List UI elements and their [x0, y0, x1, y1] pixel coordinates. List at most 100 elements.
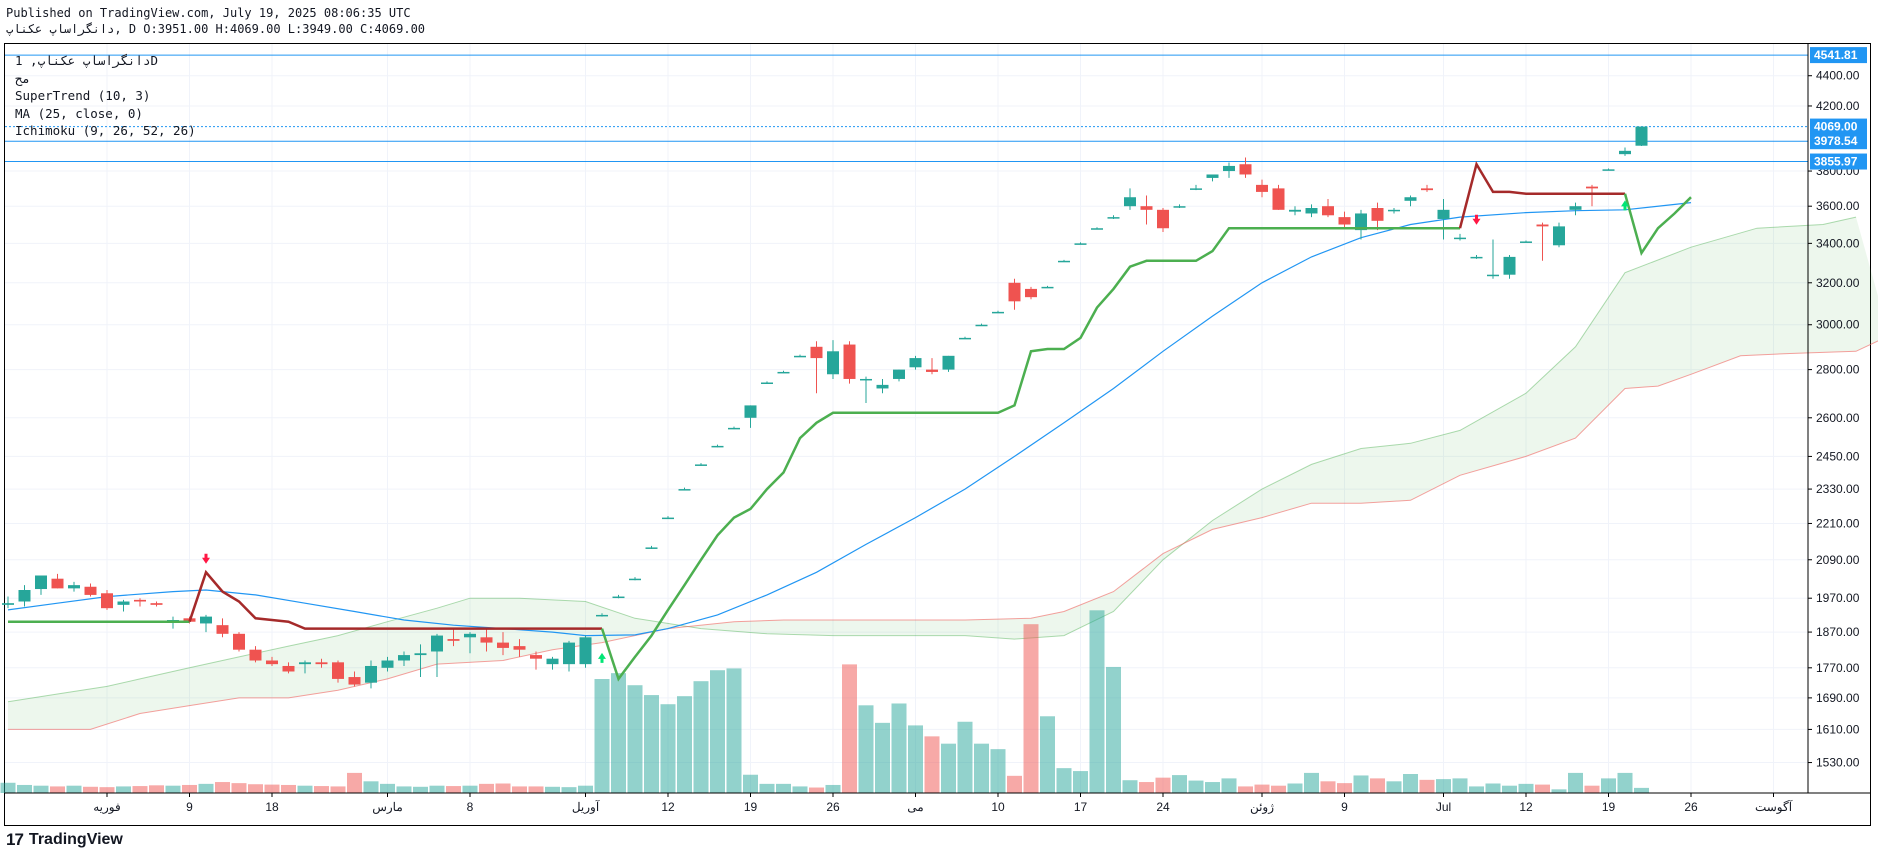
volume-bar: [314, 786, 329, 793]
candle-body: [1421, 188, 1433, 191]
candle-body: [1602, 169, 1615, 171]
candle-body: [35, 575, 47, 590]
volume-bar: [1221, 778, 1237, 793]
candle-body: [1256, 184, 1268, 192]
price-chart[interactable]: 4400.004200.003800.003600.003400.003200.…: [0, 0, 1878, 858]
candle-body: [678, 489, 691, 491]
candle-body: [497, 642, 509, 648]
y-tick-label: 1530.00: [1816, 756, 1860, 770]
cloud-fill: [8, 217, 1878, 730]
price-label: 3978.54: [1814, 134, 1858, 148]
volume-bar: [1040, 716, 1055, 793]
y-tick-label: 2450.00: [1816, 449, 1860, 463]
candle-body: [1470, 256, 1483, 259]
x-tick-label: 26: [826, 800, 840, 814]
candle-body: [84, 586, 97, 595]
candle-body: [1338, 217, 1351, 225]
price-label: 4069.00: [1814, 120, 1858, 134]
volume-bar: [1287, 783, 1303, 793]
volume-bar: [644, 695, 659, 793]
volume-bar: [1320, 781, 1336, 793]
candle-body: [150, 603, 163, 605]
candle-body: [975, 324, 988, 327]
volume-bar: [149, 785, 164, 793]
volume-bar: [941, 743, 956, 793]
legend-ichimoku[interactable]: Ichimoku (9, 26, 52, 26): [15, 122, 196, 140]
tradingview-brand[interactable]: TradingView: [29, 831, 123, 849]
volume-bar: [1238, 786, 1253, 793]
candle-body: [381, 660, 394, 668]
tradingview-logo-icon[interactable]: 17: [6, 830, 24, 850]
y-tick-label: 2600.00: [1816, 411, 1860, 425]
candle-body: [1503, 256, 1516, 275]
volume-bar: [743, 774, 758, 793]
volume-bar: [1056, 768, 1072, 793]
y-tick-label: 3400.00: [1816, 236, 1860, 250]
volume-bar: [1634, 787, 1649, 793]
volume-bar: [957, 721, 973, 793]
volume-bar: [875, 722, 890, 793]
candle-body: [662, 517, 674, 520]
volume-bar: [908, 725, 923, 793]
x-tick-label: می: [907, 800, 923, 814]
candle-body: [1437, 209, 1450, 219]
candle-body: [1487, 274, 1499, 277]
candle-body: [18, 590, 31, 602]
y-tick-label: 3200.00: [1816, 276, 1860, 290]
candle-body: [117, 601, 130, 605]
ma-line: [7, 202, 1692, 637]
candles: [2, 126, 1648, 689]
volume-bar: [248, 784, 263, 793]
candle-body: [645, 547, 658, 549]
candle-body: [414, 653, 427, 656]
candle-body: [1190, 188, 1202, 190]
y-tick-label: 2800.00: [1816, 363, 1860, 377]
candle-body: [1157, 209, 1169, 229]
candle-body: [1569, 206, 1582, 210]
x-tick-label: 24: [1156, 800, 1170, 814]
candle-body: [365, 665, 377, 683]
moving-average: [7, 202, 1692, 637]
candle-body: [216, 625, 229, 634]
candle-body: [711, 445, 724, 448]
x-tick-label: آگوست: [1755, 799, 1793, 814]
volume-bar: [759, 783, 775, 793]
candle-body: [1635, 126, 1648, 146]
volume-bar: [611, 673, 626, 793]
volume-bar: [660, 704, 676, 793]
candle-body: [695, 464, 707, 466]
volume-bar: [528, 786, 544, 793]
volume-bar: [17, 784, 32, 793]
candle-body: [299, 662, 311, 665]
y-tick-label: 2090.00: [1816, 553, 1860, 567]
volume-bar: [809, 787, 824, 793]
x-tick-label: 17: [1074, 800, 1088, 814]
candle-body: [282, 665, 295, 672]
x-tick-label: 12: [661, 800, 675, 814]
volume-bar: [1617, 772, 1633, 793]
legend-ma[interactable]: MA (25, close, 0): [15, 105, 196, 123]
legend-supertrend[interactable]: SuperTrend (10, 3): [15, 87, 196, 105]
volume-bar: [1551, 789, 1567, 793]
candle-body: [1058, 260, 1070, 263]
volume-bars: [0, 610, 1649, 793]
candle-body: [1553, 226, 1565, 246]
candle-body: [2, 603, 14, 605]
candle-body: [728, 427, 740, 430]
candle-body: [101, 593, 113, 609]
volume-bar: [1452, 778, 1468, 793]
candle-body: [942, 355, 955, 370]
volume-bar: [726, 668, 742, 793]
footer: 17 TradingView: [6, 830, 123, 850]
volume-bar: [215, 782, 230, 793]
x-tick-label: 8: [467, 800, 474, 814]
candle-body: [1371, 208, 1384, 221]
volume-bar: [281, 784, 296, 793]
volume-bar: [825, 784, 841, 793]
price-label: 4541.81: [1814, 48, 1858, 62]
volume-bar: [1485, 783, 1501, 793]
candle-body: [893, 369, 905, 379]
volume-bar: [1122, 780, 1138, 793]
volume-bar: [165, 785, 181, 793]
volume-bar: [50, 786, 65, 793]
